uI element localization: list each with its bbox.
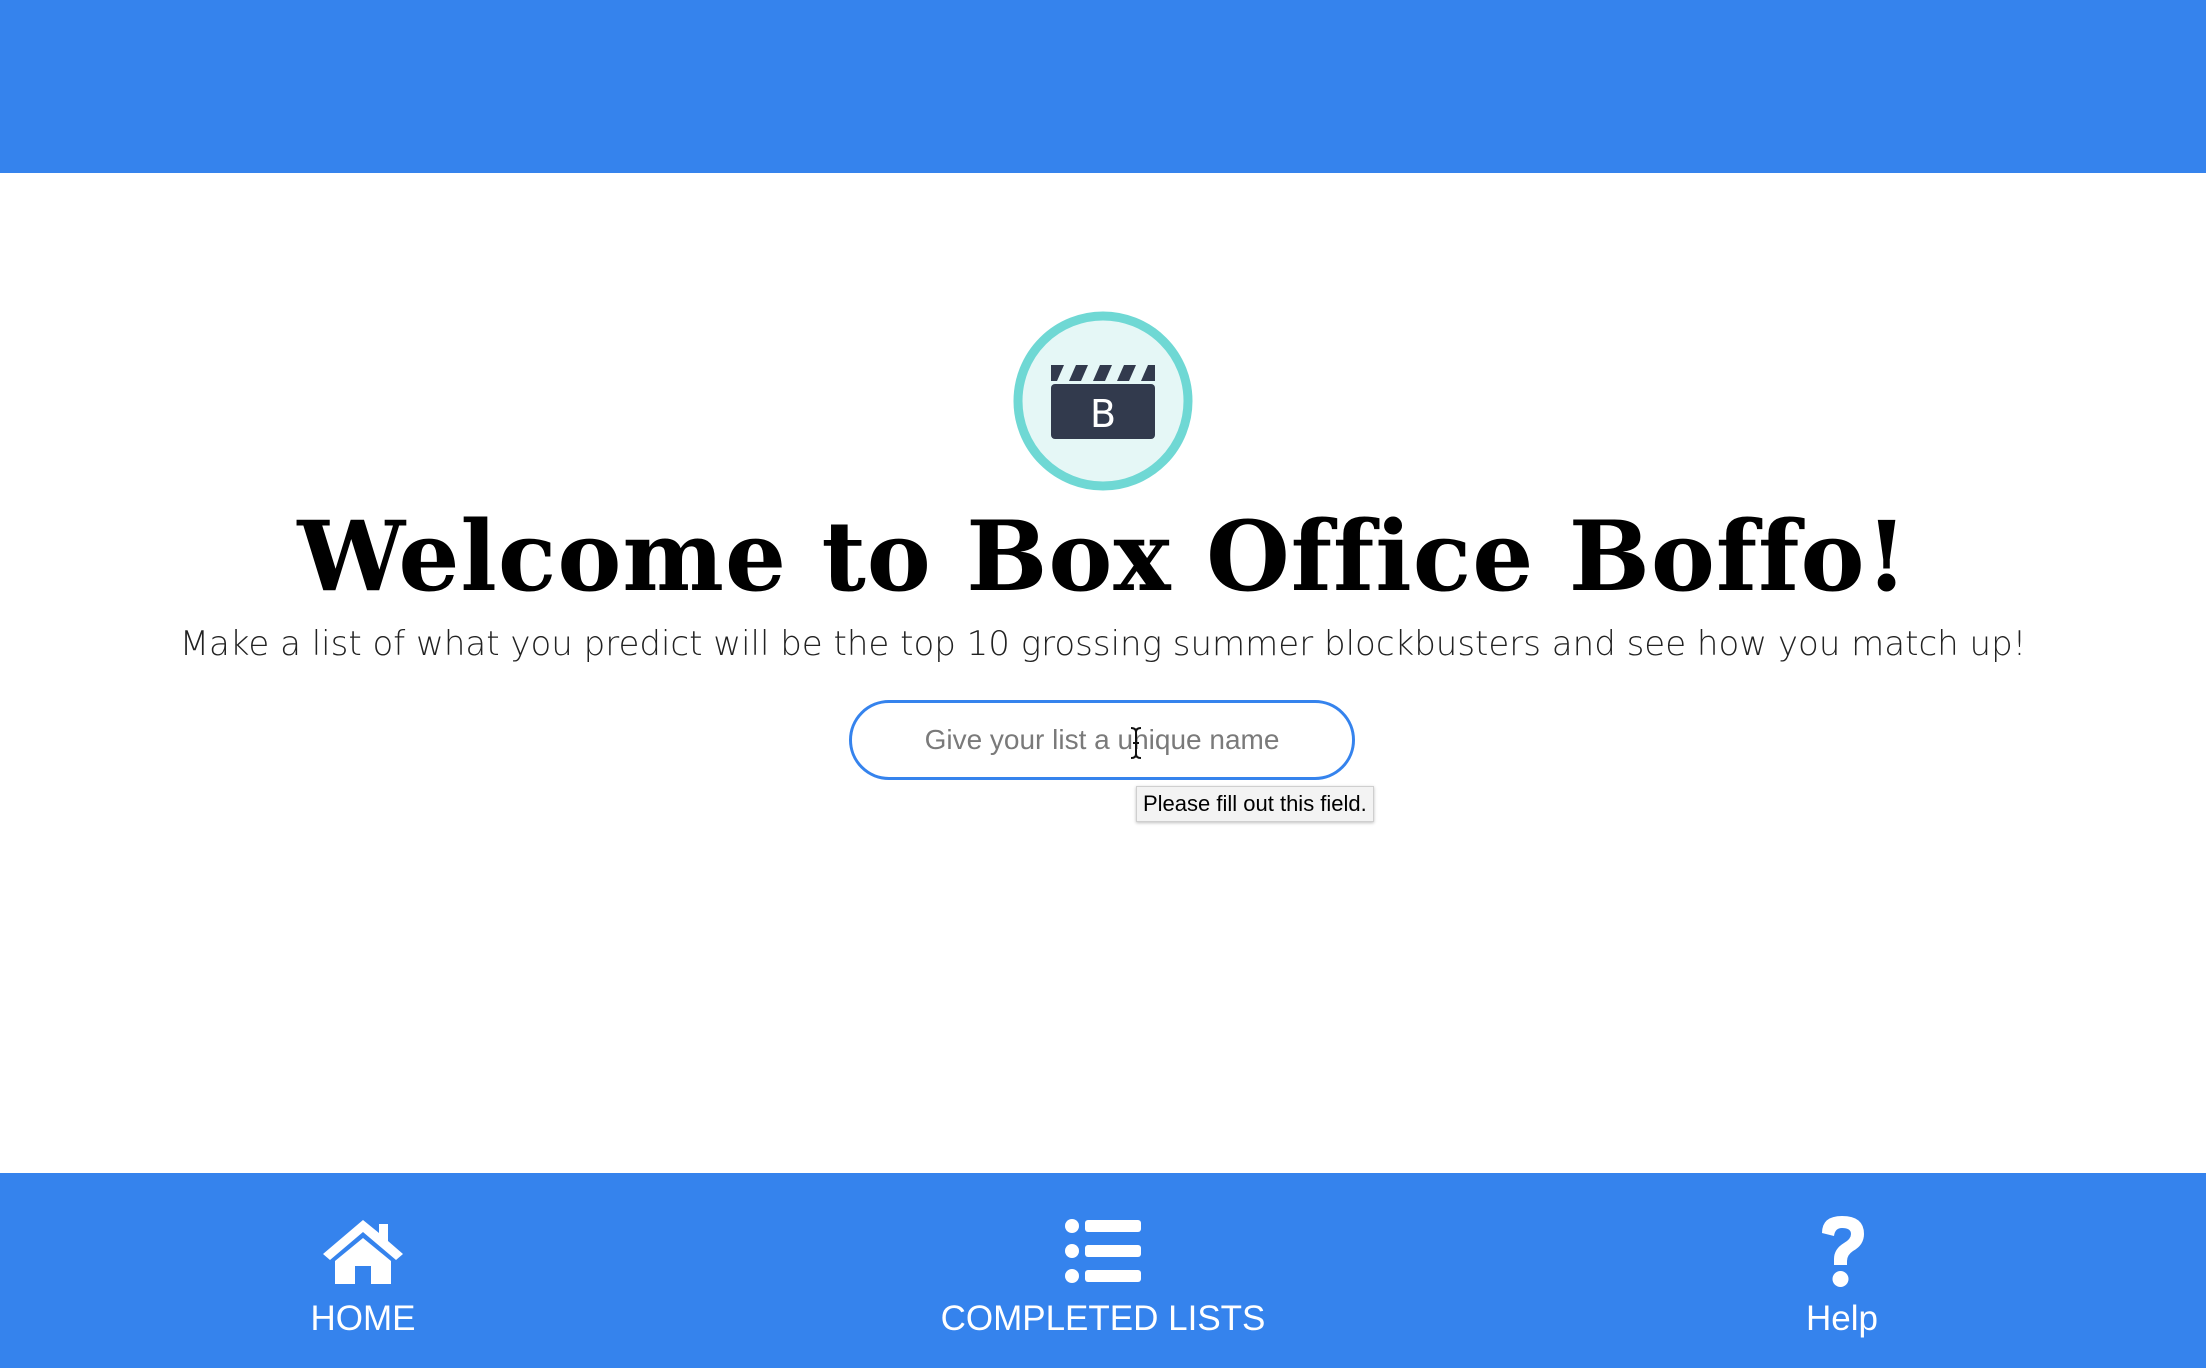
validation-tooltip: Please fill out this field. (1136, 786, 1374, 822)
logo-letter: B (1090, 392, 1116, 436)
list-icon (1065, 1215, 1141, 1287)
app-logo: B (1012, 310, 1194, 492)
nav-home[interactable]: HOME (263, 1173, 463, 1368)
page-title: Welcome to Box Office Boffo! (297, 500, 1909, 613)
home-icon (320, 1215, 406, 1287)
top-header-bar (0, 0, 2206, 173)
nav-completed-lists-label: COMPLETED LISTS (940, 1299, 1266, 1338)
list-name-input[interactable] (849, 700, 1355, 780)
nav-help-label: Help (1806, 1299, 1878, 1338)
page: B Welcome to Box Office Boffo! Make a li… (0, 0, 2206, 1368)
text-cursor-icon (1130, 727, 1142, 759)
clapperboard-icon: B (1013, 311, 1193, 491)
nav-help[interactable]: Help (1742, 1173, 1942, 1368)
nav-completed-lists[interactable]: COMPLETED LISTS (903, 1173, 1303, 1368)
bottom-nav: HOME COMPLETED LISTS Help (0, 1173, 2206, 1368)
nav-home-label: HOME (310, 1299, 416, 1338)
page-subtitle: Make a list of what you predict will be … (179, 624, 2027, 664)
question-icon (1814, 1215, 1870, 1287)
